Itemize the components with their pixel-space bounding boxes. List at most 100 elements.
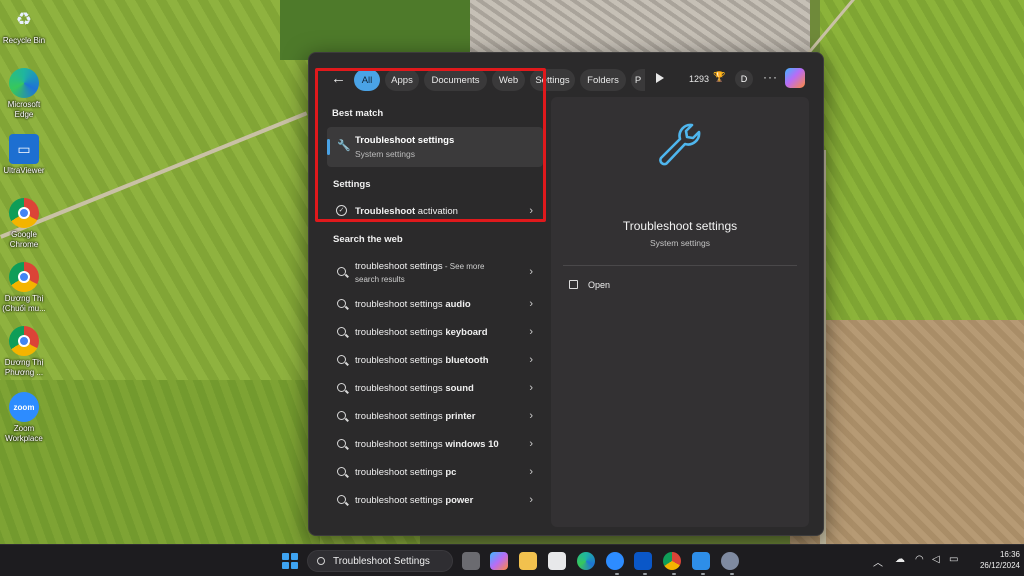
search-icon (337, 267, 346, 276)
open-external-icon (569, 280, 578, 289)
ultraviewer-icon: ▭ (9, 134, 39, 164)
more-options-icon[interactable]: ··· (763, 70, 778, 84)
copilot-icon[interactable] (785, 68, 805, 88)
chevron-right-icon: › (529, 326, 533, 338)
filter-all[interactable]: All (354, 69, 380, 91)
best-match-heading: Best match (332, 108, 384, 119)
chevron-right-icon: › (529, 205, 533, 217)
running-indicator (701, 573, 705, 575)
preview-pane: Troubleshoot settings System settings Op… (551, 97, 809, 527)
selection-indicator (327, 139, 330, 155)
running-indicator (730, 573, 734, 575)
cloud-icon[interactable]: ☁ (895, 554, 905, 565)
edge-taskbar-icon[interactable] (577, 552, 595, 570)
desktop-icon-label: Microsoft Edge (7, 100, 41, 119)
best-match-item[interactable]: 🔧 Troubleshoot settings System settings (327, 127, 543, 167)
settings-result-activation[interactable]: ✓ Troubleshoot activation › (327, 201, 543, 223)
web-result[interactable]: troubleshoot settings audio › (327, 293, 543, 319)
chevron-right-icon: › (529, 298, 533, 310)
web-result[interactable]: troubleshoot settings printer › (327, 405, 543, 431)
volume-icon[interactable]: ◁ (932, 554, 940, 565)
desktop-icon-chrome-profile-2[interactable]: Dương Thị Phương ... (2, 326, 46, 378)
web-result-label: troubleshoot settings keyboard (355, 327, 488, 338)
chrome-profile-icon (9, 326, 39, 356)
search-icon (337, 495, 346, 504)
web-result[interactable]: troubleshoot settings bluetooth › (327, 349, 543, 375)
web-result[interactable]: troubleshoot settings pc › (327, 461, 543, 487)
account-avatar[interactable]: D (735, 70, 753, 88)
desktop-icon-label: UltraViewer (3, 166, 45, 175)
notepad-icon[interactable] (692, 552, 710, 570)
filter-more-truncated[interactable]: P (631, 69, 645, 91)
chevron-right-icon: › (529, 382, 533, 394)
preview-title: Troubleshoot settings (622, 219, 738, 233)
search-icon (317, 557, 325, 565)
chrome-profile-icon (9, 262, 39, 292)
desktop-icon-label: Dương Thị Phương ... (4, 358, 44, 377)
chrome-icon (9, 198, 39, 228)
system-clock[interactable]: 16:36 26/12/2024 (966, 549, 1020, 571)
clock-date: 26/12/2024 (979, 561, 1020, 570)
microsoft-store-icon[interactable] (548, 552, 566, 570)
running-indicator (672, 573, 676, 575)
filter-folders[interactable]: Folders (580, 69, 626, 91)
web-result-label: troubleshoot settings audio (355, 299, 471, 310)
web-result[interactable]: troubleshoot settings windows 10 › (327, 433, 543, 459)
open-label: Open (588, 280, 611, 290)
desktop-icon-zoom[interactable]: zoom Zoom Workplace (2, 392, 46, 444)
web-result-label: troubleshoot settings sound (355, 383, 474, 394)
web-result-label: troubleshoot settings windows 10 (355, 439, 499, 450)
scroll-filters-right-icon[interactable] (656, 73, 664, 83)
divider (563, 265, 797, 266)
preview-subtitle: System settings (650, 238, 710, 248)
wifi-icon[interactable]: ◠ (915, 554, 924, 565)
rewards-trophy-icon[interactable]: 🏆 (713, 72, 725, 83)
search-icon (337, 383, 346, 392)
web-result-label: troubleshoot settings pc (355, 467, 457, 478)
windows-start-icon[interactable] (282, 553, 298, 569)
rewards-points[interactable]: 1293 (689, 74, 709, 84)
web-result[interactable]: troubleshoot settings sound › (327, 377, 543, 403)
taskbar-search-box[interactable]: Troubleshoot Settings (307, 550, 453, 572)
best-match-subtitle: System settings (355, 149, 415, 159)
desktop-icon-recycle-bin[interactable]: ♻ Recycle Bin (2, 4, 46, 46)
file-explorer-icon[interactable] (519, 552, 537, 570)
settings-heading: Settings (333, 179, 371, 190)
desktop-icon-label: Google Chrome (9, 230, 39, 249)
app-icon[interactable] (634, 552, 652, 570)
web-result-sublabel: search results (355, 275, 405, 284)
filter-apps[interactable]: Apps (385, 69, 419, 91)
desktop-icon-edge[interactable]: Microsoft Edge (2, 68, 46, 120)
clock-time: 16:36 (999, 550, 1020, 559)
messenger-icon[interactable] (606, 552, 624, 570)
edge-icon (9, 68, 39, 98)
copilot-taskbar-icon[interactable] (490, 552, 508, 570)
battery-icon[interactable]: ▭ (949, 554, 958, 565)
taskbar-search-text: Troubleshoot Settings (333, 556, 430, 567)
task-view-icon[interactable] (462, 552, 480, 570)
search-icon (337, 439, 346, 448)
desktop-icon-chrome-profile-1[interactable]: Dương Thị (Chuối mu... (2, 262, 46, 314)
search-icon (337, 411, 346, 420)
web-result-label: troubleshoot settings power (355, 495, 474, 506)
chevron-right-icon: › (529, 438, 533, 450)
desktop-icon-chrome[interactable]: Google Chrome (2, 198, 46, 250)
zoom-icon: zoom (9, 392, 39, 422)
wrench-icon: 🔧 (337, 140, 351, 152)
settings-gear-icon[interactable] (721, 552, 739, 570)
desktop-icon-label: Recycle Bin (2, 36, 46, 45)
chrome-taskbar-icon[interactable] (663, 552, 681, 570)
chevron-up-icon[interactable]: ︿ (873, 554, 883, 569)
desktop-icon-ultraviewer[interactable]: ▭ UltraViewer (2, 134, 46, 176)
recycle-bin-icon: ♻ (15, 8, 33, 29)
web-result[interactable]: troubleshoot settings power › (327, 489, 543, 515)
web-result[interactable]: troubleshoot settings keyboard › (327, 321, 543, 347)
filter-documents[interactable]: Documents (424, 69, 487, 91)
search-icon (337, 299, 346, 308)
filter-web[interactable]: Web (492, 69, 525, 91)
desktop-icon-label: Dương Thị (Chuối mu... (2, 294, 46, 313)
web-result[interactable]: troubleshoot settings - See more search … (327, 258, 543, 288)
filter-settings[interactable]: Settings (530, 69, 575, 91)
search-panel: ← All Apps Documents Web Settings Folder… (308, 52, 824, 536)
back-arrow-icon[interactable]: ← (331, 70, 346, 87)
